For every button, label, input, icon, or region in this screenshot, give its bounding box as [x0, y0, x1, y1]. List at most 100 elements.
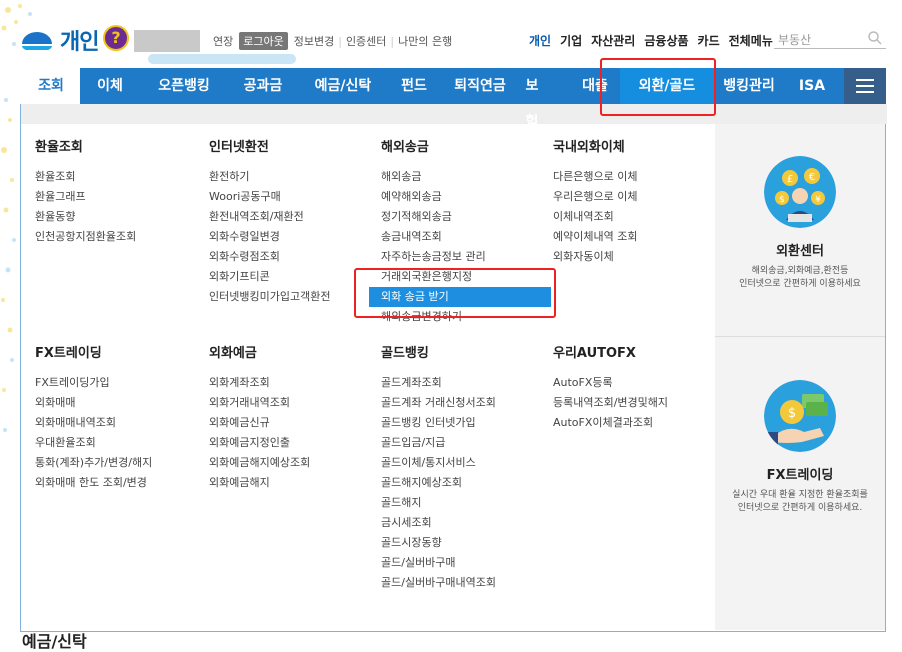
section-title: FX트레이딩: [35, 346, 102, 361]
menu-link[interactable]: Woori공동구매: [209, 187, 330, 207]
section-domestic-fx-transfer: 국내외화이체 다른은행으로 이체 우리은행으로 이체 이체내역조회 예약이체내역…: [553, 136, 637, 267]
panel-top-bar: [21, 104, 887, 124]
section-internet-exchange: 인터넷환전 환전하기 Woori공동구매 환전내역조회/재환전 외화수령일변경 …: [209, 136, 330, 307]
menu-link[interactable]: 외화수령점조회: [209, 247, 330, 267]
menu-link[interactable]: 골드뱅킹 인터넷가입: [381, 413, 496, 433]
menu-link[interactable]: 등록내역조회/변경및해지: [553, 393, 668, 413]
tab-open-banking[interactable]: 오픈뱅킹: [140, 68, 228, 104]
tab-insurance[interactable]: 보험: [520, 68, 544, 130]
menu-link[interactable]: 환전내역조회/재환전: [209, 207, 330, 227]
extend-session-link[interactable]: 연장: [209, 33, 237, 49]
promo-desc-line: 인터넷으로 간편하게 이용하세요: [739, 279, 861, 289]
menu-link[interactable]: 외화수령일변경: [209, 227, 330, 247]
svg-text:£: £: [787, 174, 793, 185]
menu-link[interactable]: 외화매매 한도 조회/변경: [35, 473, 152, 493]
channel-wealth[interactable]: 자산관리: [591, 32, 635, 49]
annotation-highlight-forex-tab: [600, 58, 716, 116]
menu-link[interactable]: FX트레이딩가입: [35, 373, 152, 393]
menu-link[interactable]: 외화기프티콘: [209, 267, 330, 287]
menu-link[interactable]: 금시세조회: [381, 513, 496, 533]
menu-link[interactable]: 외화거래내역조회: [209, 393, 310, 413]
logo-text: 개인: [60, 30, 99, 55]
section-gold-banking: 골드뱅킹 골드계좌조회 골드계좌 거래신청서조회 골드뱅킹 인터넷가입 골드입금…: [381, 342, 496, 593]
menu-link[interactable]: 골드계좌조회: [381, 373, 496, 393]
search-input[interactable]: 부동산: [778, 31, 811, 48]
tab-isa[interactable]: ISA: [794, 68, 830, 104]
top-links: 연장 로그아웃 정보변경 | 인증센터 | 나만의 은행: [209, 32, 456, 50]
logo-icon: [22, 32, 52, 50]
menu-link[interactable]: 환율그래프: [35, 187, 136, 207]
menu-link[interactable]: 다른은행으로 이체: [553, 167, 637, 187]
menu-link[interactable]: 우대환율조회: [35, 433, 152, 453]
section-fx-trading: FX트레이딩 FX트레이딩가입 외화매매 외화매매내역조회 우대환율조회 통화(…: [35, 342, 152, 493]
menu-link[interactable]: 외화예금해지: [209, 473, 310, 493]
menu-link[interactable]: 환전하기: [209, 167, 330, 187]
menu-link[interactable]: 예약이체내역 조회: [553, 227, 637, 247]
promo-desc: 실시간 우대 환율 지정한 환율조회를 인터넷으로 간편하게 이용하세요.: [715, 489, 885, 515]
menu-link[interactable]: 외화계좌조회: [209, 373, 310, 393]
channel-menu: 개인 기업 자산관리 금융상품 카드 전체메뉴: [529, 32, 773, 49]
menu-link[interactable]: 골드계좌 거래신청서조회: [381, 393, 496, 413]
tab-fund[interactable]: 펀드: [388, 68, 440, 104]
section-title: 골드뱅킹: [381, 346, 429, 361]
menu-link[interactable]: 골드시장동향: [381, 533, 496, 553]
divider: [715, 336, 885, 337]
menu-link[interactable]: 골드해지: [381, 493, 496, 513]
menu-link[interactable]: 골드입금/지급: [381, 433, 496, 453]
menu-link[interactable]: 통화(계좌)추가/변경/해지: [35, 453, 152, 473]
promo-desc-line: 실시간 우대 환율 지정한 환율조회를: [732, 490, 868, 500]
promo-desc: 해외송금,외화예금,환전등 인터넷으로 간편하게 이용하세요: [715, 265, 885, 291]
menu-link[interactable]: 해외송금: [381, 167, 551, 187]
help-icon[interactable]: ?: [103, 25, 129, 51]
menu-link[interactable]: 환율조회: [35, 167, 136, 187]
menu-link[interactable]: AutoFX등록: [553, 373, 668, 393]
menu-link[interactable]: 외화예금지정인출: [209, 433, 310, 453]
search-icon[interactable]: [867, 30, 883, 46]
promo-title: FX트레이딩: [766, 468, 834, 483]
channel-card[interactable]: 카드: [698, 32, 720, 49]
tab-pension[interactable]: 퇴직연금: [440, 68, 520, 104]
section-title: 외화예금: [209, 346, 257, 361]
menu-link[interactable]: 인천공항지점환율조회: [35, 227, 136, 247]
menu-link[interactable]: AutoFX이체결과조회: [553, 413, 668, 433]
menu-link[interactable]: 우리은행으로 이체: [553, 187, 637, 207]
menu-link[interactable]: 외화예금신규: [209, 413, 310, 433]
tab-banking-mgmt[interactable]: 뱅킹관리: [714, 68, 784, 104]
fx-trading-promo[interactable]: $ FX트레이딩 실시간 우대 환율 지정한 환율조회를 인터넷으로 간편하게 …: [715, 380, 885, 515]
section-title: 국내외화이체: [553, 140, 625, 155]
search-box[interactable]: 부동산: [774, 28, 886, 49]
cert-center-link[interactable]: 인증센터: [342, 33, 390, 49]
channel-products[interactable]: 금융상품: [644, 32, 688, 49]
menu-link[interactable]: 외화매매내역조회: [35, 413, 152, 433]
menu-link[interactable]: 인터넷뱅킹미가입고객환전: [209, 287, 330, 307]
edit-info-link[interactable]: 정보변경: [290, 33, 338, 49]
woori-logo[interactable]: 개인: [20, 24, 99, 56]
menu-link[interactable]: 자주하는송금정보 관리: [381, 247, 551, 267]
menu-link[interactable]: 골드/실버바구매: [381, 553, 496, 573]
menu-link[interactable]: 송금내역조회: [381, 227, 551, 247]
menu-link[interactable]: 환율동향: [35, 207, 136, 227]
channel-all-menu[interactable]: 전체메뉴: [729, 32, 773, 49]
fx-center-promo[interactable]: £ € $ ¥ 외환센터 해외송금,외화예금,환전등 인터넷으로 간편하게 이용…: [715, 156, 885, 291]
menu-link[interactable]: 정기적해외송금: [381, 207, 551, 227]
channel-business[interactable]: 기업: [560, 32, 582, 49]
hamburger-menu-icon[interactable]: [844, 68, 886, 104]
tab-transfer[interactable]: 이체: [80, 68, 140, 104]
menu-link[interactable]: 외화자동이체: [553, 247, 637, 267]
tab-inquiry[interactable]: 조회: [22, 68, 80, 104]
menu-link[interactable]: 골드해지예상조회: [381, 473, 496, 493]
tab-utility[interactable]: 공과금: [228, 68, 298, 104]
menu-link[interactable]: 이체내역조회: [553, 207, 637, 227]
menu-link[interactable]: 골드이체/통지서비스: [381, 453, 496, 473]
tab-deposit-trust[interactable]: 예금/신탁: [298, 68, 388, 104]
menu-link[interactable]: 외화매매: [35, 393, 152, 413]
logout-button[interactable]: 로그아웃: [239, 32, 288, 50]
menu-link[interactable]: 예약해외송금: [381, 187, 551, 207]
menu-link[interactable]: 골드/실버바구매내역조회: [381, 573, 496, 593]
promo-desc-line: 인터넷으로 간편하게 이용하세요.: [737, 503, 863, 513]
my-bank-link[interactable]: 나만의 은행: [394, 33, 456, 49]
section-fx-deposit: 외화예금 외화계좌조회 외화거래내역조회 외화예금신규 외화예금지정인출 외화예…: [209, 342, 310, 493]
svg-text:¥: ¥: [815, 195, 821, 205]
channel-personal[interactable]: 개인: [529, 32, 551, 49]
menu-link[interactable]: 외화예금해지예상조회: [209, 453, 310, 473]
